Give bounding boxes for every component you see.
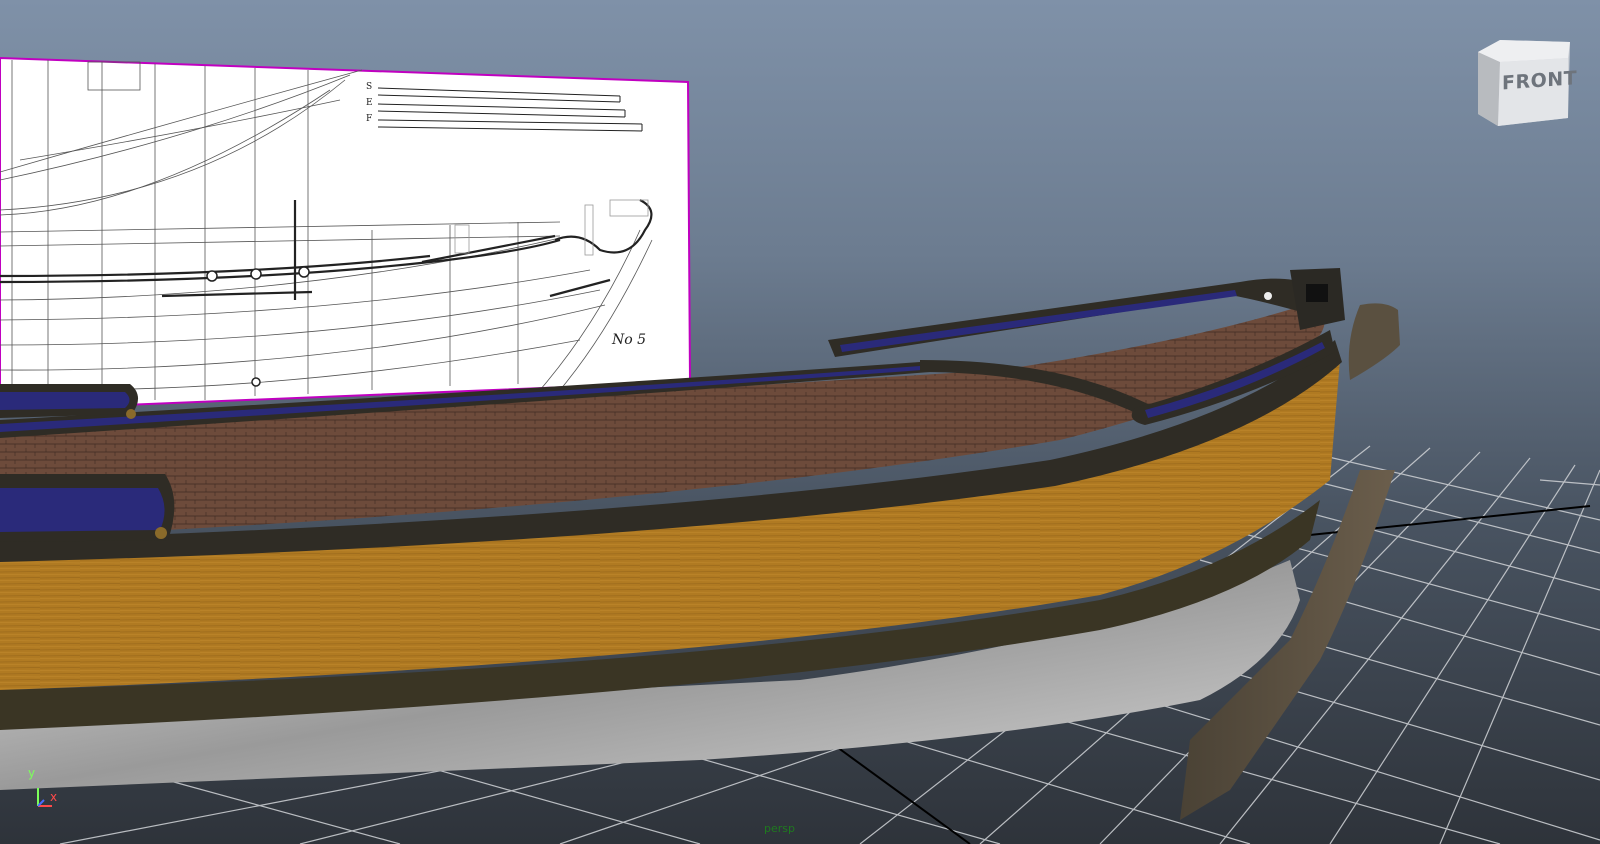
camera-name-label: persp [764, 822, 795, 835]
axis-y-label: y [28, 766, 36, 780]
scale-label-f: F [366, 114, 373, 124]
scene-canvas[interactable] [0, 0, 1600, 844]
3d-viewport[interactable]: FRONT No 5 S E F y x persp [0, 0, 1600, 844]
scale-label-e: E [366, 98, 373, 108]
plan-number: No 5 [612, 332, 647, 348]
axis-x-label: x [50, 790, 58, 804]
image-plane[interactable] [0, 56, 692, 412]
scale-label-s: S [366, 82, 373, 92]
